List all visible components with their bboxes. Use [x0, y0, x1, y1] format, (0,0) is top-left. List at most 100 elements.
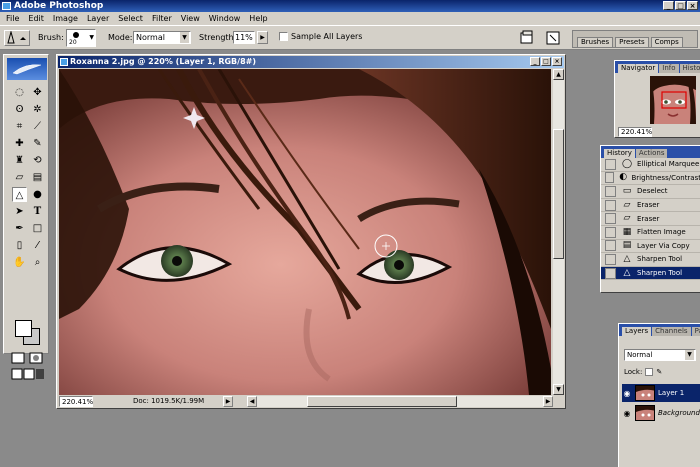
tab-histogram[interactable]: Histo: [679, 64, 700, 73]
eye-icon[interactable]: ◉: [622, 389, 632, 398]
tab-actions[interactable]: Actions: [635, 149, 668, 158]
zoom-level-field[interactable]: 220.41%: [59, 396, 93, 407]
history-snapshot-checkbox[interactable]: [605, 213, 616, 225]
layer-blend-mode-select[interactable]: Normal ▼: [624, 349, 696, 361]
strength-input[interactable]: 11%: [233, 31, 255, 44]
slice-tool-icon[interactable]: ⟋: [30, 119, 45, 134]
scroll-down-arrow-icon[interactable]: ▼: [553, 384, 564, 395]
app-title-bar[interactable]: Adobe Photoshop _ □ ×: [0, 0, 700, 12]
file-browser-icon[interactable]: [519, 30, 535, 46]
magic-wand-tool-icon[interactable]: ✲: [30, 102, 45, 117]
minimize-button[interactable]: _: [663, 1, 674, 10]
tab-layers[interactable]: Layers: [622, 327, 652, 336]
navigator-zoom-field[interactable]: 220.41%: [618, 127, 652, 137]
menu-file[interactable]: File: [6, 14, 19, 23]
brush-picker[interactable]: 20 ▼: [66, 29, 96, 47]
menu-edit[interactable]: Edit: [28, 14, 44, 23]
menu-help[interactable]: Help: [249, 14, 267, 23]
scroll-right-arrow-icon[interactable]: ▶: [543, 396, 553, 407]
healing-brush-tool-icon[interactable]: ✚: [12, 136, 27, 151]
path-selection-tool-icon[interactable]: ➤: [12, 204, 27, 219]
tab-navigator[interactable]: Navigator: [618, 64, 659, 73]
history-item[interactable]: △ Sharpen Tool: [601, 266, 700, 281]
vertical-scroll-thumb[interactable]: [553, 129, 564, 259]
document-close-button[interactable]: ×: [552, 57, 562, 66]
history-item[interactable]: ▤ Layer Via Copy: [601, 240, 700, 254]
palette-well-tab-brushes[interactable]: Brushes: [577, 37, 614, 47]
mode-select[interactable]: Normal ▼: [133, 31, 191, 44]
brush-tool-icon[interactable]: ✎: [30, 136, 45, 151]
toggle-palettes-icon[interactable]: [545, 30, 561, 46]
document-window[interactable]: Roxanna 2.jpg @ 220% (Layer 1, RGB/8#) _…: [56, 54, 566, 409]
sample-all-layers-option[interactable]: Sample All Layers: [279, 32, 362, 41]
status-menu-arrow-icon[interactable]: ▶: [223, 396, 233, 407]
eye-icon[interactable]: ◉: [622, 409, 632, 418]
lock-paint-icon[interactable]: ✎: [656, 368, 662, 376]
menu-filter[interactable]: Filter: [152, 14, 172, 23]
history-item[interactable]: ▱ Eraser: [601, 199, 700, 213]
layer-row-background[interactable]: ◉ Background: [622, 404, 700, 422]
strength-slider-button[interactable]: ▶: [257, 31, 268, 44]
lock-transparency-checkbox[interactable]: [645, 368, 654, 376]
lasso-tool-icon[interactable]: ʘ: [12, 102, 27, 117]
horizontal-scrollbar[interactable]: ◀ ▶: [247, 396, 553, 407]
history-item[interactable]: ▦ Flatten Image: [601, 226, 700, 240]
history-snapshot-checkbox[interactable]: [605, 267, 616, 279]
history-item[interactable]: ◯ Elliptical Marquee: [601, 158, 700, 172]
history-brush-tool-icon[interactable]: ⟲: [30, 153, 45, 168]
sample-all-layers-checkbox[interactable]: [279, 32, 288, 41]
tool-preset-picker[interactable]: [4, 30, 30, 46]
history-snapshot-checkbox[interactable]: [605, 226, 616, 238]
menu-image[interactable]: Image: [53, 14, 78, 23]
dodge-tool-icon[interactable]: ●: [30, 187, 45, 202]
history-item[interactable]: △ Sharpen Tool: [601, 253, 700, 267]
foreground-color-swatch[interactable]: [15, 320, 32, 337]
tab-info[interactable]: Info: [659, 64, 679, 73]
palette-well-tab-presets[interactable]: Presets: [615, 37, 649, 47]
zoom-tool-icon[interactable]: ⌕: [30, 255, 45, 270]
hand-tool-icon[interactable]: ✋: [12, 255, 27, 270]
menu-layer[interactable]: Layer: [87, 14, 109, 23]
history-snapshot-checkbox[interactable]: [605, 185, 616, 197]
pen-tool-icon[interactable]: ✒: [12, 221, 27, 236]
sharpen-tool-icon[interactable]: △: [12, 187, 27, 202]
scroll-left-arrow-icon[interactable]: ◀: [247, 396, 257, 407]
document-maximize-button[interactable]: □: [541, 57, 551, 66]
notes-tool-icon[interactable]: ▯: [12, 238, 27, 253]
history-snapshot-checkbox[interactable]: [605, 253, 616, 265]
maximize-button[interactable]: □: [675, 1, 686, 10]
eyedropper-tool-icon[interactable]: ⁄: [30, 238, 45, 253]
image-canvas[interactable]: [59, 69, 551, 395]
menu-window[interactable]: Window: [209, 14, 241, 23]
history-snapshot-checkbox[interactable]: [605, 158, 616, 170]
close-button[interactable]: ×: [687, 1, 698, 10]
layer-row-layer-1[interactable]: ◉ Layer 1: [622, 384, 700, 402]
crop-tool-icon[interactable]: ⌗: [12, 119, 27, 134]
tab-history[interactable]: History: [604, 149, 635, 158]
shape-tool-icon[interactable]: □: [30, 221, 45, 236]
vertical-scrollbar[interactable]: ▲ ▼: [553, 69, 564, 395]
history-item[interactable]: ▭ Deselect: [601, 185, 700, 199]
history-snapshot-checkbox[interactable]: [605, 172, 614, 184]
type-tool-icon[interactable]: T: [30, 204, 45, 219]
menu-view[interactable]: View: [181, 14, 200, 23]
document-minimize-button[interactable]: _: [530, 57, 540, 66]
scroll-up-arrow-icon[interactable]: ▲: [553, 69, 564, 80]
marquee-tool-icon[interactable]: ◌: [12, 85, 27, 100]
document-title-bar[interactable]: Roxanna 2.jpg @ 220% (Layer 1, RGB/8#) _…: [58, 56, 564, 68]
history-snapshot-checkbox[interactable]: [605, 199, 616, 211]
history-item[interactable]: ◐ Brightness/Contrast: [601, 172, 700, 186]
clone-stamp-tool-icon[interactable]: ♜: [12, 153, 27, 168]
toolbox-logo[interactable]: [7, 58, 47, 80]
move-tool-icon[interactable]: ✥: [30, 85, 45, 100]
tab-channels[interactable]: Channels: [652, 327, 691, 336]
eraser-tool-icon[interactable]: ▱: [12, 170, 27, 185]
gradient-tool-icon[interactable]: ▤: [30, 170, 45, 185]
horizontal-scroll-thumb[interactable]: [307, 396, 457, 407]
palette-well-tab-comps[interactable]: Comps: [650, 37, 683, 47]
navigator-thumbnail[interactable]: [650, 76, 696, 124]
history-item[interactable]: ▱ Eraser: [601, 212, 700, 226]
menu-select[interactable]: Select: [118, 14, 143, 23]
history-snapshot-checkbox[interactable]: [605, 240, 616, 252]
tab-paths[interactable]: Paths: [691, 327, 700, 336]
